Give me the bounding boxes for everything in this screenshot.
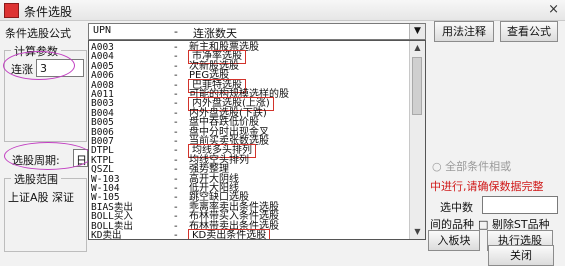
app-icon <box>4 3 19 18</box>
formula-select[interactable]: UPN - 连涨数天 ▼ <box>88 23 426 40</box>
formula-dropdown-list[interactable]: A003- 新主和股票选股 A004- 市净率选股 A005- 次新股选股 A006- PEG… <box>88 40 426 240</box>
selected-count-label: 选中数 <box>440 201 473 214</box>
formula-code: UPN <box>93 25 112 36</box>
window-title: 条件选股 <box>24 5 73 19</box>
scroll-down-icon[interactable]: ▼ <box>410 225 425 239</box>
formula-label: 条件选股公式 <box>5 27 71 40</box>
annotation-ellipse <box>3 51 75 80</box>
chevron-down-icon[interactable]: ▼ <box>409 24 425 39</box>
close-button[interactable]: 关闭 <box>488 245 554 266</box>
scrollbar[interactable]: ▲ ▼ <box>409 41 425 239</box>
radio-circle-icon[interactable]: ○ <box>432 160 442 173</box>
list-item-code: KD卖出 <box>91 230 122 240</box>
add-board-button[interactable]: 入板块 <box>428 230 480 251</box>
any-condition-radio[interactable]: ○ 全部条件相或 <box>432 158 511 174</box>
formula-dash: - <box>174 25 178 38</box>
list-item[interactable]: KD卖出 - KD卖出条件选股 <box>89 229 411 240</box>
list-item-dash: - <box>174 230 178 240</box>
range-group-title: 选股范围 <box>11 171 61 187</box>
scroll-thumb[interactable] <box>412 57 422 115</box>
view-formula-button[interactable]: 查看公式 <box>500 21 558 42</box>
scroll-up-icon[interactable]: ▲ <box>410 41 425 55</box>
annotation-ellipse <box>4 142 92 170</box>
close-icon[interactable]: × <box>548 2 559 17</box>
title-bar: 条件选股 × <box>0 0 565 21</box>
list-item-name: KD卖出条件选股 <box>187 229 271 239</box>
any-condition-label: 全部条件相或 <box>445 160 512 173</box>
usage-button[interactable]: 用法注释 <box>434 21 494 42</box>
formula-name: 连涨数天 <box>193 27 237 40</box>
progress-text: 中进行,请确保数据完整 <box>430 180 544 193</box>
selected-count-field <box>482 196 558 214</box>
range-value: 上证A股 深证 <box>8 191 75 204</box>
